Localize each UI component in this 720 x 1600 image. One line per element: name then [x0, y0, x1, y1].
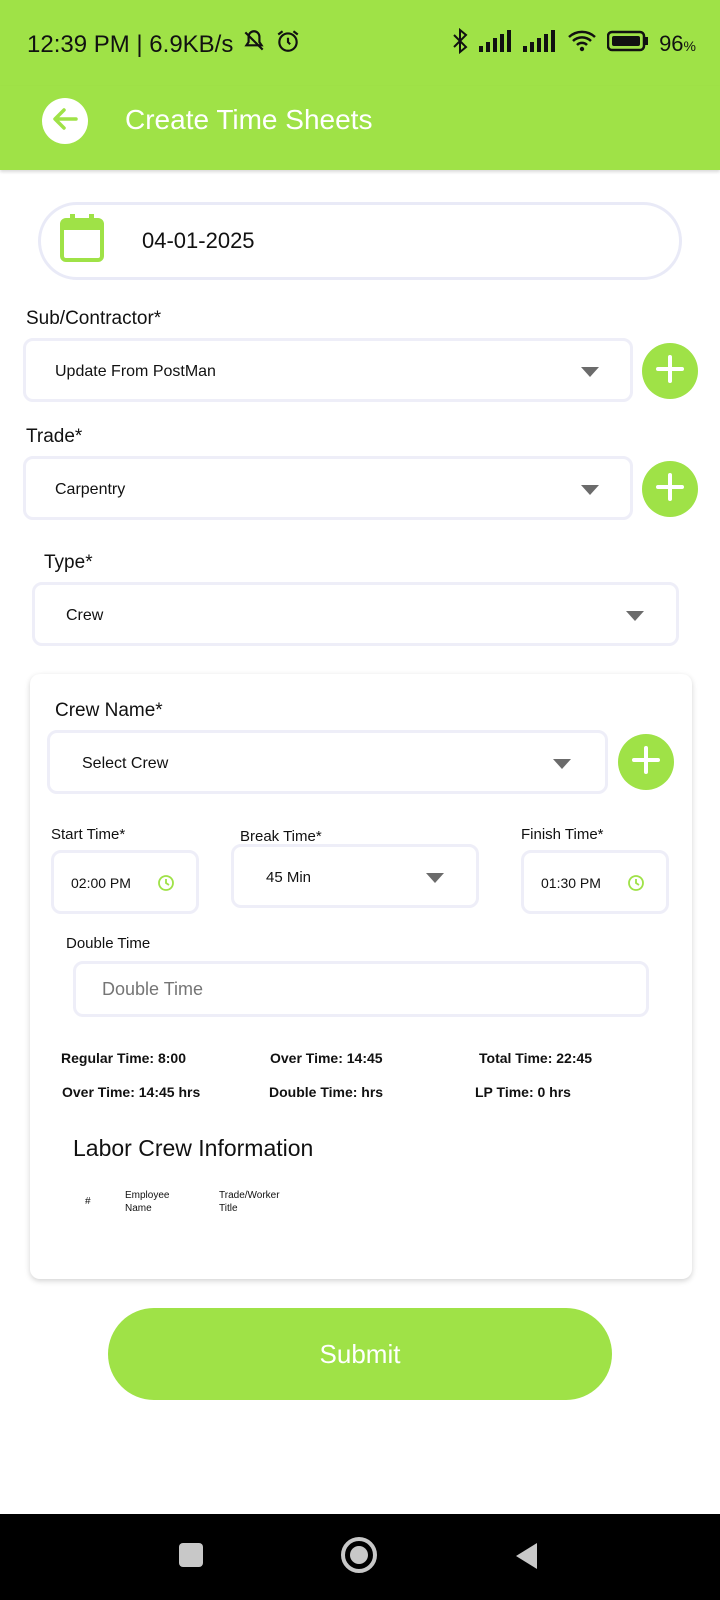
wifi-icon	[567, 30, 597, 58]
submit-button[interactable]: Submit	[108, 1308, 612, 1400]
bluetooth-icon	[451, 27, 469, 60]
plus-icon	[655, 472, 685, 507]
status-left: 12:39 PM | 6.9KB/s	[27, 28, 301, 61]
date-value: 04-01-2025	[142, 228, 255, 253]
break-time-select[interactable]: 45 Min	[231, 844, 479, 908]
clock-icon	[157, 874, 175, 897]
over-time-text: Over Time: 14:45	[270, 1050, 383, 1066]
trade-value: Carpentry	[55, 481, 126, 498]
over-time-hrs-text: Over Time: 14:45 hrs	[62, 1084, 201, 1100]
signal-icon-2	[523, 30, 557, 58]
crew-select[interactable]: Select Crew	[47, 730, 608, 794]
double-time-input[interactable]	[73, 961, 649, 1017]
mute-alarm-icon	[241, 28, 267, 61]
status-time: 12:39 PM | 6.9KB/s	[27, 30, 234, 58]
date-picker[interactable]	[38, 202, 682, 280]
chevron-down-icon	[426, 873, 444, 883]
plus-icon	[655, 354, 685, 389]
battery-level: 96%	[659, 31, 696, 56]
column-index: #	[85, 1196, 91, 1207]
arrow-left-icon	[50, 104, 80, 139]
break-time-label: Break Time*	[240, 828, 322, 845]
crew-name-label: Crew Name*	[55, 700, 163, 721]
crew-value: Select Crew	[82, 755, 169, 772]
back-nav-icon[interactable]	[513, 1541, 539, 1576]
page-title: Create Time Sheets	[125, 104, 373, 135]
lp-time-text: LP Time: 0 hrs	[475, 1084, 571, 1100]
battery-icon	[606, 30, 649, 58]
start-time-value: 02:00 PM	[71, 875, 131, 891]
chevron-down-icon	[581, 367, 599, 377]
trade-select[interactable]: Carpentry	[23, 456, 633, 520]
plus-icon	[631, 745, 661, 780]
regular-time-text: Regular Time: 8:00	[61, 1050, 187, 1066]
finish-time-label: Finish Time*	[521, 826, 604, 843]
add-trade-button[interactable]	[642, 461, 698, 517]
chevron-down-icon	[626, 611, 644, 621]
labor-crew-title: Labor Crew Information	[73, 1135, 314, 1161]
start-time-label: Start Time*	[51, 826, 126, 843]
sub-contractor-label: Sub/Contractor*	[26, 308, 162, 329]
home-icon[interactable]	[340, 1536, 378, 1579]
status-right: 96%	[451, 27, 696, 60]
chevron-down-icon	[553, 759, 571, 769]
recent-apps-icon[interactable]	[178, 1542, 204, 1573]
start-time-field[interactable]: 02:00 PM	[51, 850, 199, 914]
sub-contractor-select[interactable]: Update From PostMan	[23, 338, 633, 402]
signal-icon	[479, 30, 513, 58]
total-time-text: Total Time: 22:45	[479, 1050, 593, 1066]
break-time-value: 45 Min	[266, 869, 312, 886]
alarm-icon	[275, 28, 301, 61]
type-select[interactable]: Crew	[32, 582, 679, 646]
double-time-hrs-text: Double Time: hrs	[269, 1084, 384, 1100]
column-trade-title: Trade/Worker Title	[219, 1190, 280, 1214]
double-time-label: Double Time	[66, 935, 151, 952]
finish-time-value: 01:30 PM	[541, 875, 601, 891]
clock-icon	[627, 874, 645, 897]
chevron-down-icon	[581, 485, 599, 495]
column-employee-name: Employee Name	[125, 1190, 170, 1214]
back-button[interactable]	[42, 98, 88, 144]
finish-time-field[interactable]: 01:30 PM	[521, 850, 669, 914]
type-label: Type*	[44, 552, 93, 573]
add-crew-button[interactable]	[618, 734, 674, 790]
type-value: Crew	[66, 607, 104, 624]
add-sub-contractor-button[interactable]	[642, 343, 698, 399]
sub-contractor-value: Update From PostMan	[55, 363, 216, 380]
trade-label: Trade*	[26, 426, 83, 447]
calendar-icon	[60, 214, 104, 267]
